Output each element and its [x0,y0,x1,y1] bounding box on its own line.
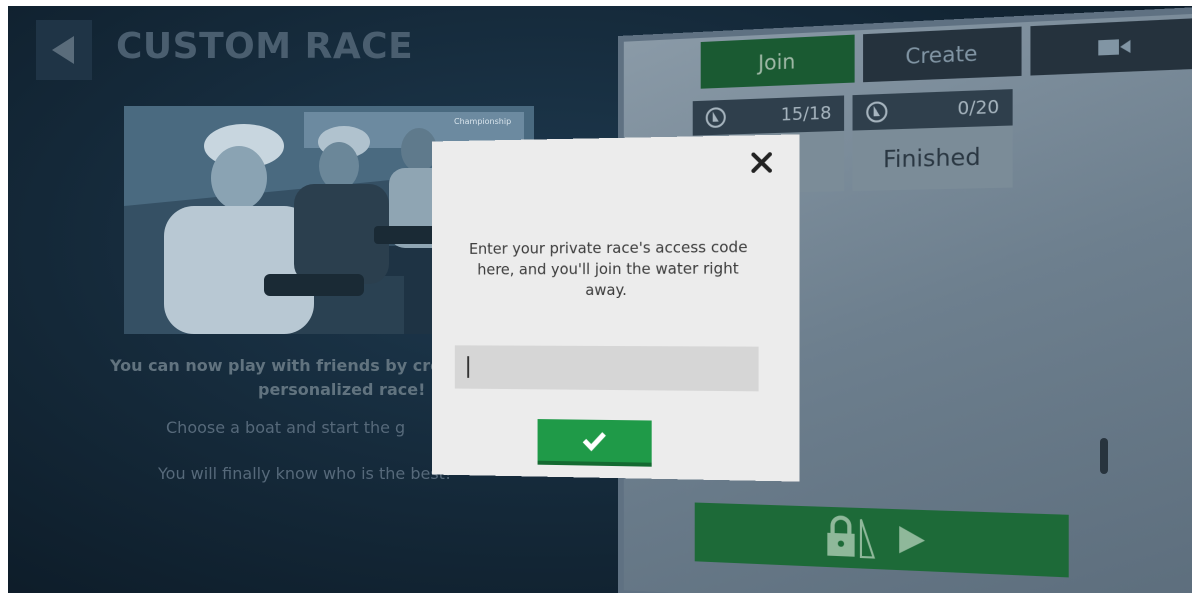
text-caret [467,356,470,378]
race-card-players: 15/18 [780,103,832,126]
race-card-status: Finished [883,144,981,174]
photo-caption: Championship [454,117,511,126]
close-button[interactable] [748,149,775,176]
back-button[interactable] [36,20,92,80]
private-race-play-button[interactable] [694,502,1069,578]
description-line-1: You can now play with friends by cre [110,356,441,375]
lock-sail-icon [825,514,876,562]
tab-create[interactable]: Create [863,26,1022,83]
boat-badge-icon [705,106,727,129]
game-screen: CUSTOM RACE Championship You can now pla… [8,6,1192,593]
play-icon [899,526,926,555]
access-code-input[interactable] [454,345,759,392]
tab-spectate[interactable] [1030,17,1192,76]
checkmark-icon [581,430,607,452]
back-arrow-icon [52,36,74,64]
description-line-4: You will finally know who is the best! [158,464,452,483]
camera-icon [1098,39,1131,56]
page-title: CUSTOM RACE [116,26,414,67]
confirm-button[interactable] [537,419,652,467]
race-card-players: 0/20 [957,97,1000,120]
tab-join[interactable]: Join [700,34,855,89]
boat-badge-icon [865,100,888,124]
race-card[interactable]: 0/20 Finished [852,89,1013,191]
access-code-dialog: Enter your private race's access code he… [432,134,800,482]
close-icon [751,152,771,173]
scrollbar-handle[interactable] [1100,438,1108,474]
description-line-3: Choose a boat and start the g [166,418,406,437]
dialog-message: Enter your private race's access code he… [468,237,748,300]
description-line-2: personalized race! [258,380,426,399]
